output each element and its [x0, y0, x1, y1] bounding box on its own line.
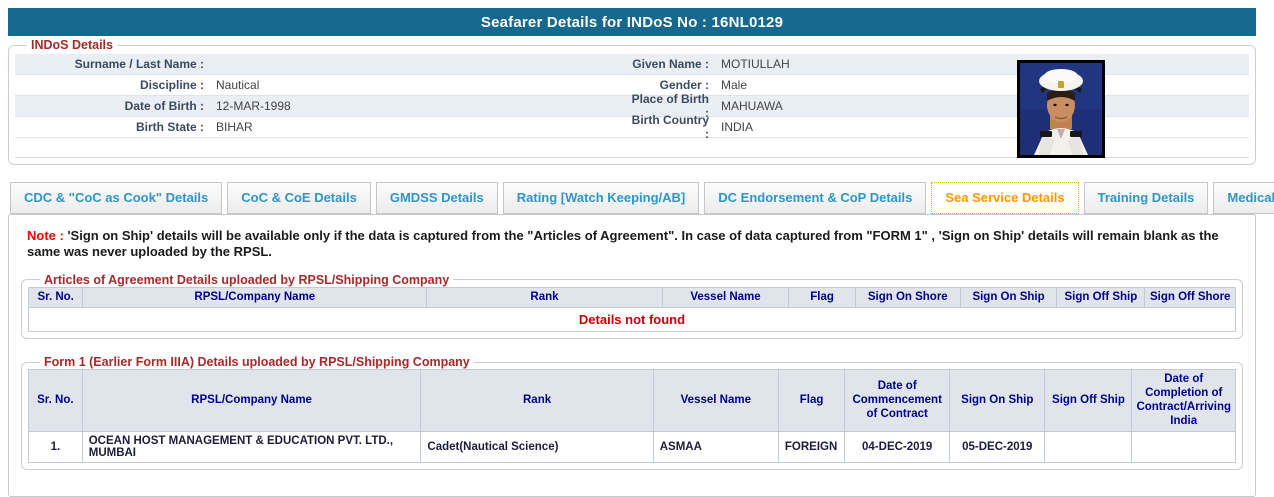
- form1-col-flag: Flag: [777, 369, 846, 433]
- form1-cell-sr-no: 1.: [28, 431, 83, 464]
- seafarer-photo: [1017, 60, 1105, 158]
- tab-medical-fitness[interactable]: Medical Fitness Certificate: [1213, 182, 1274, 214]
- aoa-col-vessel: Vessel Name: [661, 286, 790, 309]
- aoa-empty-row: Details not found: [28, 307, 1236, 333]
- form1-cell-date-commencement: 04-DEC-2019: [844, 431, 951, 464]
- note-text: 'Sign on Ship' details will be available…: [27, 228, 1219, 260]
- articles-of-agreement-table: Sr. No. RPSL/Company Name Rank Vessel Na…: [27, 286, 1236, 333]
- dob-label: Date of Birth :: [124, 99, 204, 113]
- surname-label: Surname / Last Name :: [74, 57, 204, 71]
- form1-col-date-commencement: Date of Commencement of Contract: [844, 369, 951, 433]
- aoa-col-rank: Rank: [426, 286, 663, 309]
- tab-gmdss[interactable]: GMDSS Details: [375, 182, 498, 214]
- form1-col-date-completion: Date of Completion of Contract/Arriving …: [1131, 369, 1236, 433]
- articles-of-agreement-legend: Articles of Agreement Details uploaded b…: [44, 272, 450, 287]
- indos-details-section: INDoS Details Surname / Last Name : Give…: [8, 38, 1256, 165]
- form1-data-row: 1. OCEAN HOST MANAGEMENT & EDUCATION PVT…: [28, 431, 1236, 464]
- tab-rating-watch-keeping[interactable]: Rating [Watch Keeping/AB]: [502, 182, 700, 214]
- aoa-empty-message: Details not found: [28, 307, 1236, 333]
- aoa-header-row: Sr. No. RPSL/Company Name Rank Vessel Na…: [27, 286, 1236, 309]
- page-title: Seafarer Details for INDoS No : 16NL0129: [480, 13, 784, 31]
- form1-col-sign-on-ship: Sign On Ship: [949, 369, 1046, 433]
- discipline-label: Discipline :: [139, 78, 204, 92]
- dob-value: 12-MAR-1998: [216, 99, 291, 113]
- birth-country-label: Birth Country :: [631, 113, 709, 141]
- form1-cell-company: OCEAN HOST MANAGEMENT & EDUCATION PVT. L…: [81, 431, 422, 464]
- form1-cell-rank: Cadet(Nautical Science): [420, 431, 654, 464]
- form1-legend: Form 1 (Earlier Form IIIA) Details uploa…: [44, 355, 470, 370]
- sign-on-ship-note: Note : 'Sign on Ship' details will be av…: [27, 228, 1237, 261]
- details-tab-bar: CDC & "CoC as Cook" Details CoC & CoE De…: [10, 182, 1274, 214]
- birth-state-label: Birth State :: [135, 120, 204, 134]
- note-label: Note :: [27, 228, 64, 243]
- form1-cell-date-completion: [1131, 431, 1236, 464]
- tab-cdc-coc-as-cook[interactable]: CDC & "CoC as Cook" Details: [10, 182, 223, 214]
- aoa-col-sign-on-ship: Sign On Ship: [959, 286, 1058, 309]
- tab-sea-service[interactable]: Sea Service Details: [931, 182, 1079, 214]
- form1-col-sign-off-ship: Sign Off Ship: [1044, 369, 1133, 433]
- gender-value: Male: [721, 78, 748, 92]
- indos-details-legend: INDoS Details: [31, 38, 113, 52]
- page-title-bar: Seafarer Details for INDoS No : 16NL0129: [8, 8, 1256, 36]
- discipline-value: Nautical: [216, 78, 260, 92]
- form1-cell-vessel: ASMAA: [652, 431, 779, 464]
- form1-col-sr-no: Sr. No.: [28, 369, 83, 433]
- tab-dc-endorsement-cop[interactable]: DC Endorsement & CoP Details: [704, 182, 927, 214]
- birth-state-value: BIHAR: [216, 120, 253, 134]
- aoa-col-flag: Flag: [788, 286, 856, 309]
- form1-cell-sign-on-ship: 05-DEC-2019: [949, 431, 1046, 464]
- aoa-col-sign-off-shore: Sign Off Shore: [1144, 286, 1236, 309]
- form1-col-vessel: Vessel Name: [652, 369, 779, 433]
- tab-coc-coe[interactable]: CoC & CoE Details: [227, 182, 371, 214]
- page-container: Seafarer Details for INDoS No : 16NL0129…: [8, 8, 1274, 497]
- form1-header-row: Sr. No. RPSL/Company Name Rank Vessel Na…: [28, 369, 1236, 433]
- aoa-col-company: RPSL/Company Name: [82, 286, 428, 309]
- sea-service-panel: Note : 'Sign on Ship' details will be av…: [8, 214, 1256, 497]
- given-name-label: Given Name :: [632, 57, 709, 71]
- aoa-col-sign-on-shore: Sign On Shore: [854, 286, 961, 309]
- form1-cell-flag: FOREIGN: [777, 431, 846, 464]
- form1-table: Sr. No. RPSL/Company Name Rank Vessel Na…: [28, 369, 1236, 464]
- given-name-value: MOTIULLAH: [721, 57, 790, 71]
- aoa-col-sr-no: Sr. No.: [27, 286, 84, 309]
- place-of-birth-value: MAHUAWA: [721, 99, 783, 113]
- form1-col-rank: Rank: [420, 369, 654, 433]
- seafarer-photo-image: [1020, 63, 1102, 155]
- articles-of-agreement-section: Articles of Agreement Details uploaded b…: [21, 272, 1243, 340]
- gender-label: Gender :: [659, 78, 709, 92]
- birth-country-value: INDIA: [721, 120, 754, 134]
- form1-col-company: RPSL/Company Name: [81, 369, 422, 433]
- tab-training[interactable]: Training Details: [1083, 182, 1209, 214]
- aoa-col-sign-off-ship: Sign Off Ship: [1056, 286, 1146, 309]
- form1-section: Form 1 (Earlier Form IIIA) Details uploa…: [21, 355, 1243, 471]
- form1-cell-sign-off-ship: [1044, 431, 1133, 464]
